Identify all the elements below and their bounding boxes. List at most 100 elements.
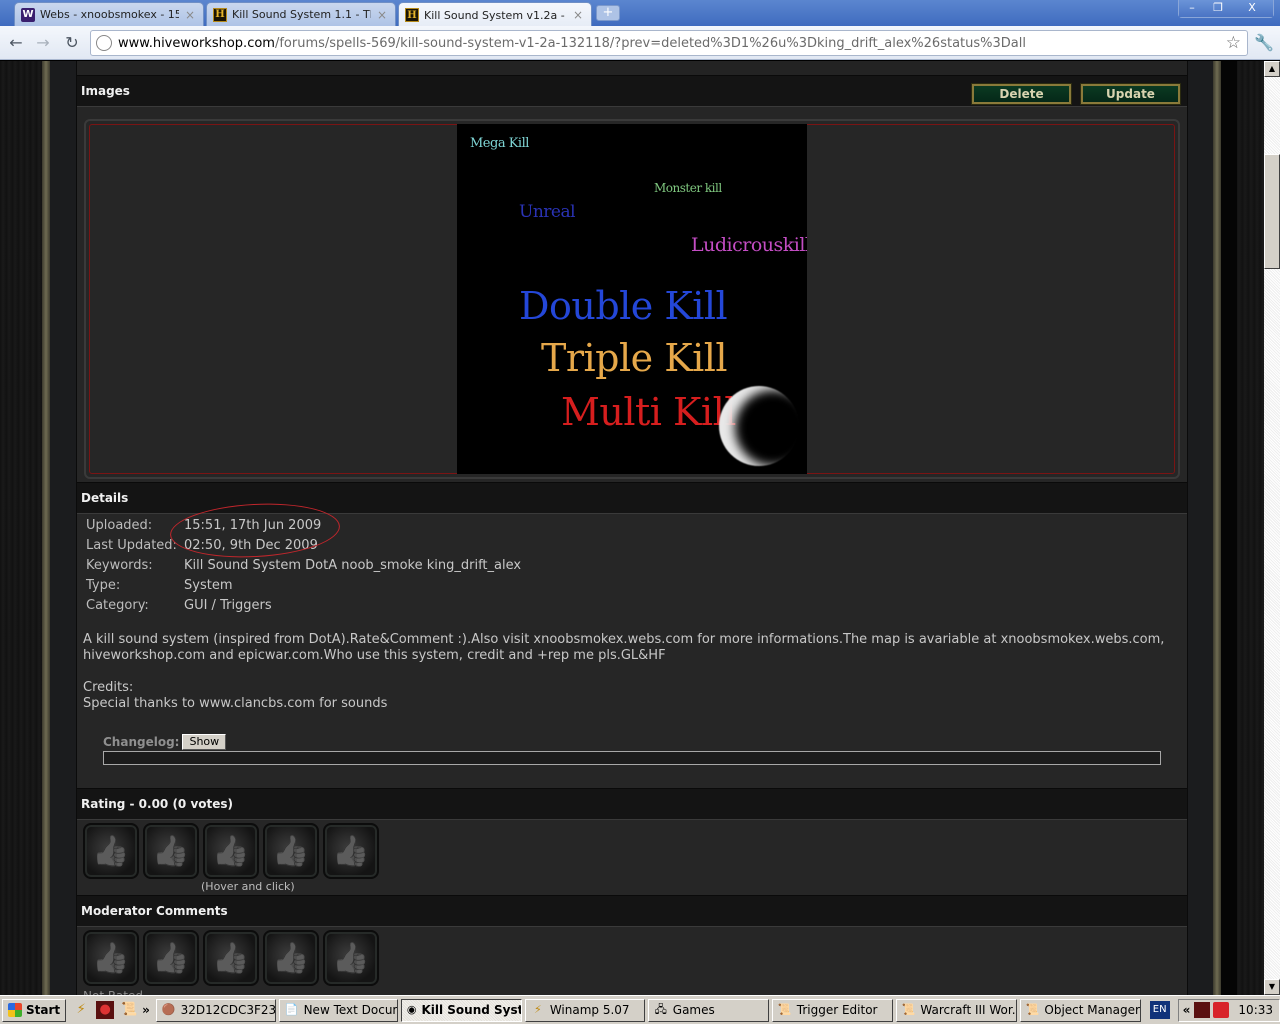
changelog-label: Changelog: [103,735,180,749]
minimize-button[interactable]: – [1179,0,1205,17]
task-label: Trigger Editor [796,1003,878,1017]
folder-network-icon: 🖧 [654,1003,667,1016]
url-host: www.hiveworkshop.com [118,35,275,51]
task-object-manager[interactable]: 📜 Object Manager [1019,998,1141,1022]
crescent-moon-graphic [719,386,799,466]
details-title: Details [81,491,129,505]
window-controls: – ❐ X [1178,0,1274,18]
decor-pillar-left [42,61,50,995]
hive-h-icon: H [213,7,227,22]
rating-thumbs [83,823,379,879]
detail-label: Type: [86,578,121,593]
scroll-icon[interactable]: 📜 [120,1001,138,1019]
description-line: A kill sound system (inspired from DotA)… [83,632,1165,647]
tray-app-icon[interactable] [1194,1002,1211,1018]
preview-text-unreal: Unreal [519,202,576,222]
close-tab-icon[interactable]: × [377,8,387,22]
task-winamp[interactable]: ⚡ Winamp 5.07 [524,998,645,1022]
close-tab-icon[interactable]: × [185,8,195,22]
thumbs-up-icon[interactable] [323,823,379,879]
decor-border-right [1187,61,1213,995]
task-label: Warcraft III Wor... [920,1003,1017,1017]
close-window-button[interactable]: X [1231,0,1273,17]
resource-screenshot[interactable]: Mega Kill Monster kill Unreal Ludicrousk… [457,124,807,474]
language-indicator[interactable]: EN [1149,1001,1170,1019]
app-red-icon[interactable]: ● [96,1001,115,1019]
task-label: Winamp 5.07 [549,1003,630,1017]
detail-value: GUI / Triggers [184,598,272,613]
task-warcraft-editor[interactable]: 📜 Warcraft III Wor... [895,998,1017,1022]
thumbs-up-icon[interactable] [203,823,259,879]
detail-value: Kill Sound System DotA noob_smoke king_d… [184,558,522,573]
decor-border-left [50,61,77,995]
delete-button[interactable]: Delete [971,83,1072,105]
thumbs-up-icon [203,930,259,986]
detail-row-type: Type: System [86,576,521,596]
detail-label: Category: [86,598,149,613]
detail-label: Last Updated: [86,538,177,553]
task-label: New Text Docum... [303,1003,397,1017]
changelog-show-button[interactable]: Show [182,734,227,750]
task-portrait[interactable]: 🟤 32D12CDC3F235... [155,998,276,1022]
tab-kill-sound-1-2a[interactable]: H Kill Sound System v1.2a - T... × [398,2,592,27]
browser-toolbar: ← → ↻ www.hiveworkshop.com/forums/spells… [0,26,1280,60]
reload-button[interactable]: ↻ [62,33,82,53]
wrench-menu-icon[interactable]: 🔧 [1254,33,1274,52]
tab-label: Kill Sound System v1.2a - T... [424,8,567,22]
winamp-icon[interactable]: ⚡ [72,1001,90,1019]
detail-row-category: Category: GUI / Triggers [86,596,521,616]
description: A kill sound system (inspired from DotA)… [83,632,1183,712]
task-label: Object Manager [1044,1003,1140,1017]
windows-logo-icon [8,1003,22,1017]
tab-label: Kill Sound System 1.1 - The... [232,8,371,21]
acrobat-icon[interactable] [1213,1002,1230,1018]
task-notepad[interactable]: 📄 New Text Docum... [278,998,398,1022]
tab-webs[interactable]: W Webs - xnoobsmokex - 15 × [14,2,204,26]
back-button[interactable]: ← [6,33,26,53]
close-tab-icon[interactable]: × [573,8,583,22]
winamp-icon: ⚡ [533,1003,542,1016]
thumbs-up-icon[interactable] [143,823,199,879]
credits-text: Special thanks to www.clancbs.com for so… [83,696,388,711]
restore-button[interactable]: ❐ [1205,0,1231,17]
browser-titlebar: W Webs - xnoobsmokex - 15 × H Kill Sound… [0,0,1280,27]
bookmark-star-icon[interactable]: ☆ [1226,33,1241,53]
thumbs-up-icon [323,930,379,986]
thumbs-up-icon [263,930,319,986]
scroll-up-arrow-icon[interactable]: ▲ [1264,61,1280,77]
forward-button[interactable]: → [33,33,53,53]
tray-expand-button[interactable]: « [1183,1003,1191,1017]
thumbs-up-icon [143,930,199,986]
start-button[interactable]: Start [2,998,67,1022]
detail-row-keywords: Keywords: Kill Sound System DotA noob_sm… [86,556,521,576]
task-trigger-editor[interactable]: 📜 Trigger Editor [771,998,893,1022]
quicklaunch-overflow[interactable]: » [142,1003,150,1017]
preview-text-double-kill: Double Kill [519,284,728,328]
update-button[interactable]: Update [1080,83,1181,105]
rating-section-header: Rating - 0.00 (0 votes) [77,788,1187,820]
tab-label: Webs - xnoobsmokex - 15 [40,8,179,21]
thumbs-up-icon [83,930,139,986]
chrome-icon: ◉ [406,1003,417,1016]
decor-pillar-right [1213,61,1221,995]
vertical-scrollbar[interactable]: ▲ ▼ [1264,61,1280,995]
moderator-section-header: Moderator Comments [77,895,1187,927]
address-bar[interactable]: www.hiveworkshop.com/forums/spells-569/k… [90,30,1248,56]
task-label: Kill Sound Syst... [421,1003,520,1017]
scroll-down-arrow-icon[interactable]: ▼ [1264,979,1280,995]
system-tray: « 10:33 [1177,998,1280,1022]
preview-text-multi-kill: Multi Kill [561,390,736,434]
url-path: /forums/spells-569/kill-sound-system-v1-… [274,35,1026,51]
preview-text-monster-kill: Monster kill [654,181,722,195]
scroll-icon: 📜 [901,1003,916,1016]
new-tab-button[interactable]: + [596,5,620,21]
thumbs-up-icon[interactable] [83,823,139,879]
thumbs-up-icon[interactable] [263,823,319,879]
task-games[interactable]: 🖧 Games [647,998,769,1022]
scrollbar-thumb[interactable] [1264,154,1280,269]
scroll-icon: 📜 [1025,1003,1040,1016]
detail-value: System [184,578,233,593]
tab-kill-sound-1-1[interactable]: H Kill Sound System 1.1 - The... × [206,2,396,26]
rating-hint: (Hover and click) [201,880,295,893]
task-chrome[interactable]: ◉ Kill Sound Syst... [400,998,522,1022]
